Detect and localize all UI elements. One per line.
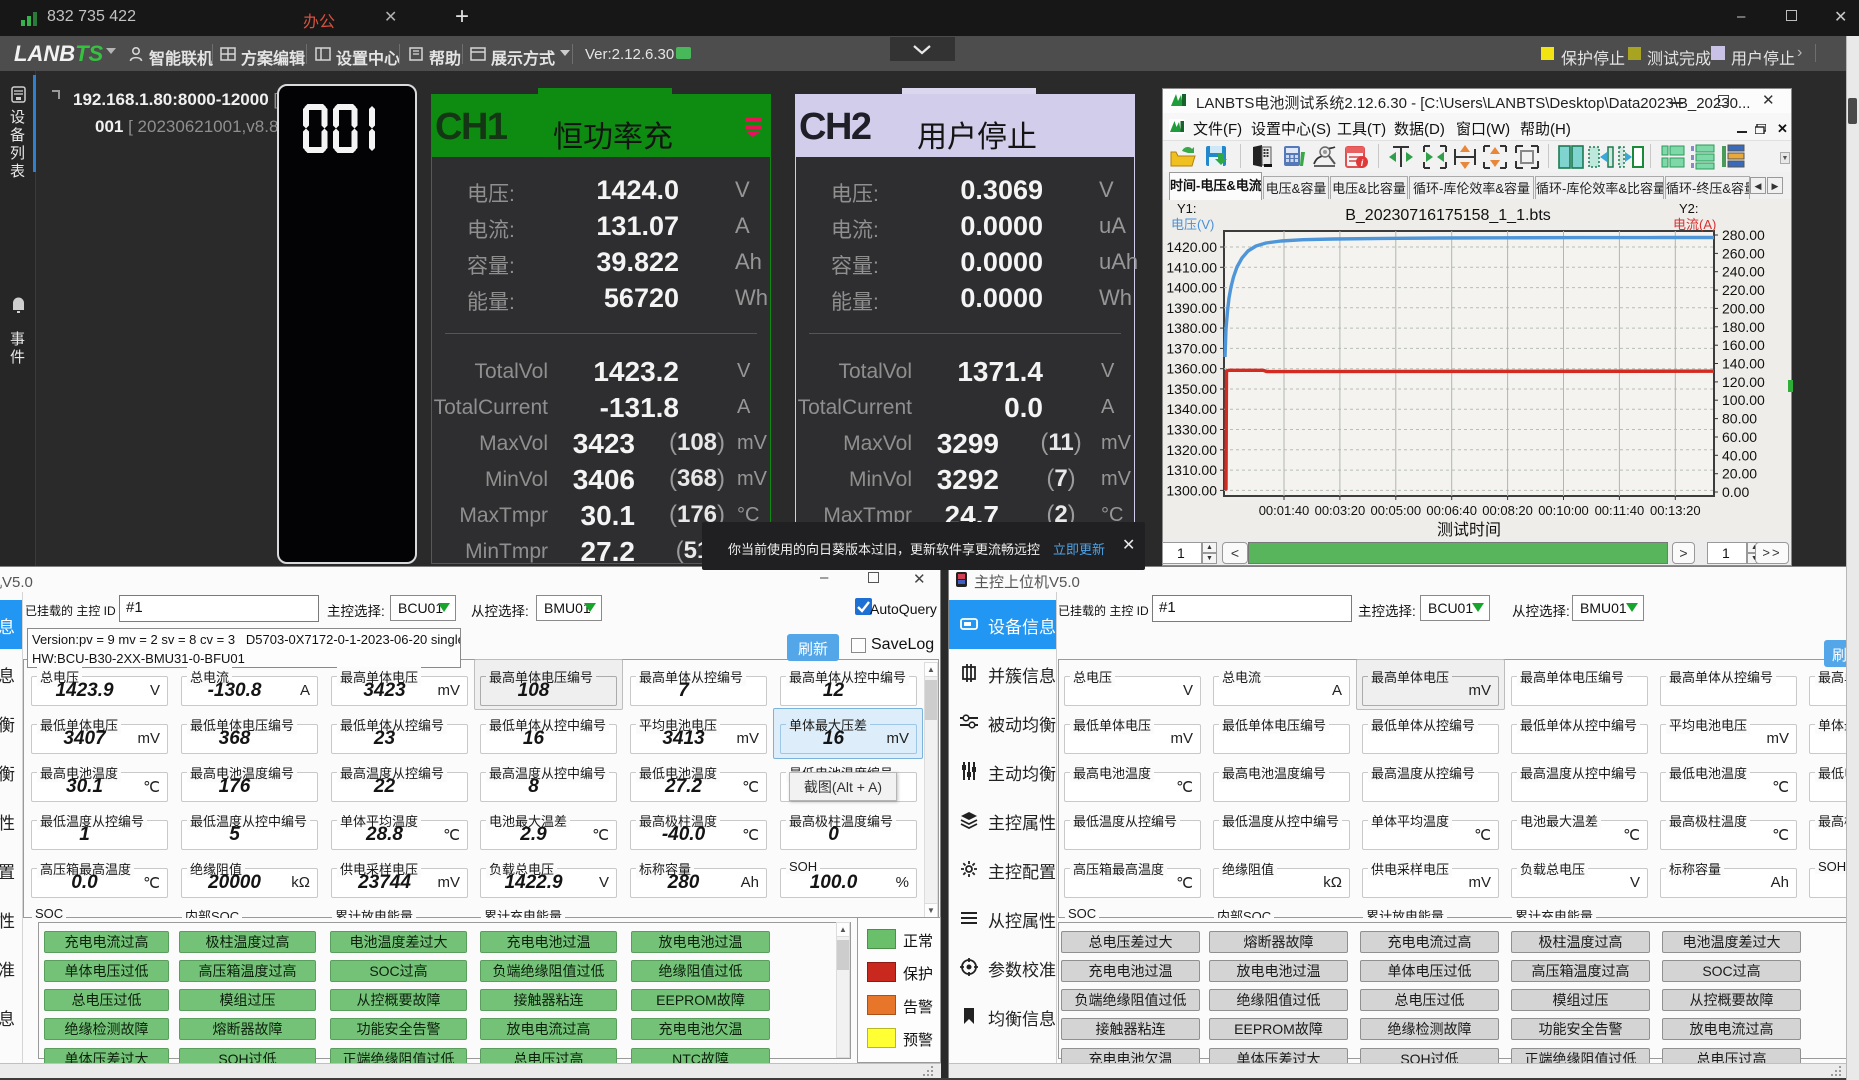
svg-text:00:03:20: 00:03:20 (1315, 503, 1366, 518)
svg-text:测试时间: 测试时间 (1437, 521, 1501, 539)
svg-text:1420.00: 1420.00 (1166, 239, 1217, 255)
svg-text:1370.00: 1370.00 (1166, 340, 1217, 356)
svg-text:1350.00: 1350.00 (1166, 381, 1217, 397)
svg-text:220.00: 220.00 (1722, 282, 1765, 298)
svg-text:电流(A): 电流(A) (1673, 217, 1716, 232)
svg-text:20.00: 20.00 (1722, 466, 1757, 482)
svg-text:1310.00: 1310.00 (1166, 462, 1217, 478)
svg-text:160.00: 160.00 (1722, 337, 1765, 353)
svg-text:00:01:40: 00:01:40 (1259, 503, 1310, 518)
svg-text:1300.00: 1300.00 (1166, 482, 1217, 498)
svg-text:电压(V): 电压(V) (1171, 217, 1214, 232)
svg-text:1330.00: 1330.00 (1166, 422, 1217, 438)
svg-text:1380.00: 1380.00 (1166, 320, 1217, 336)
svg-text:240.00: 240.00 (1722, 264, 1765, 280)
svg-text:00:06:40: 00:06:40 (1426, 503, 1477, 518)
svg-text:60.00: 60.00 (1722, 429, 1757, 445)
svg-text:0.00: 0.00 (1722, 484, 1749, 500)
svg-text:00:10:00: 00:10:00 (1538, 503, 1589, 518)
svg-text:1400.00: 1400.00 (1166, 280, 1217, 296)
svg-text:1320.00: 1320.00 (1166, 442, 1217, 458)
svg-text:B_20230716175158_1_1.bts: B_20230716175158_1_1.bts (1345, 207, 1551, 224)
svg-text:140.00: 140.00 (1722, 356, 1765, 372)
svg-text:40.00: 40.00 (1722, 447, 1757, 463)
svg-text:1340.00: 1340.00 (1166, 401, 1217, 417)
svg-text:00:08:20: 00:08:20 (1482, 503, 1533, 518)
svg-text:1410.00: 1410.00 (1166, 259, 1217, 275)
svg-text:Y1:: Y1: (1177, 201, 1197, 216)
svg-text:Y2:: Y2: (1679, 201, 1699, 216)
svg-text:120.00: 120.00 (1722, 374, 1765, 390)
svg-text:00:05:00: 00:05:00 (1370, 503, 1421, 518)
svg-text:80.00: 80.00 (1722, 411, 1757, 427)
svg-text:00:11:40: 00:11:40 (1595, 503, 1645, 518)
svg-text:100.00: 100.00 (1722, 392, 1765, 408)
svg-text:280.00: 280.00 (1722, 227, 1765, 243)
svg-text:180.00: 180.00 (1722, 319, 1765, 335)
svg-text:200.00: 200.00 (1722, 300, 1765, 316)
svg-text:1360.00: 1360.00 (1166, 361, 1217, 377)
svg-text:260.00: 260.00 (1722, 245, 1765, 261)
svg-text:1390.00: 1390.00 (1166, 300, 1217, 316)
svg-text:00:13:20: 00:13:20 (1650, 503, 1701, 518)
